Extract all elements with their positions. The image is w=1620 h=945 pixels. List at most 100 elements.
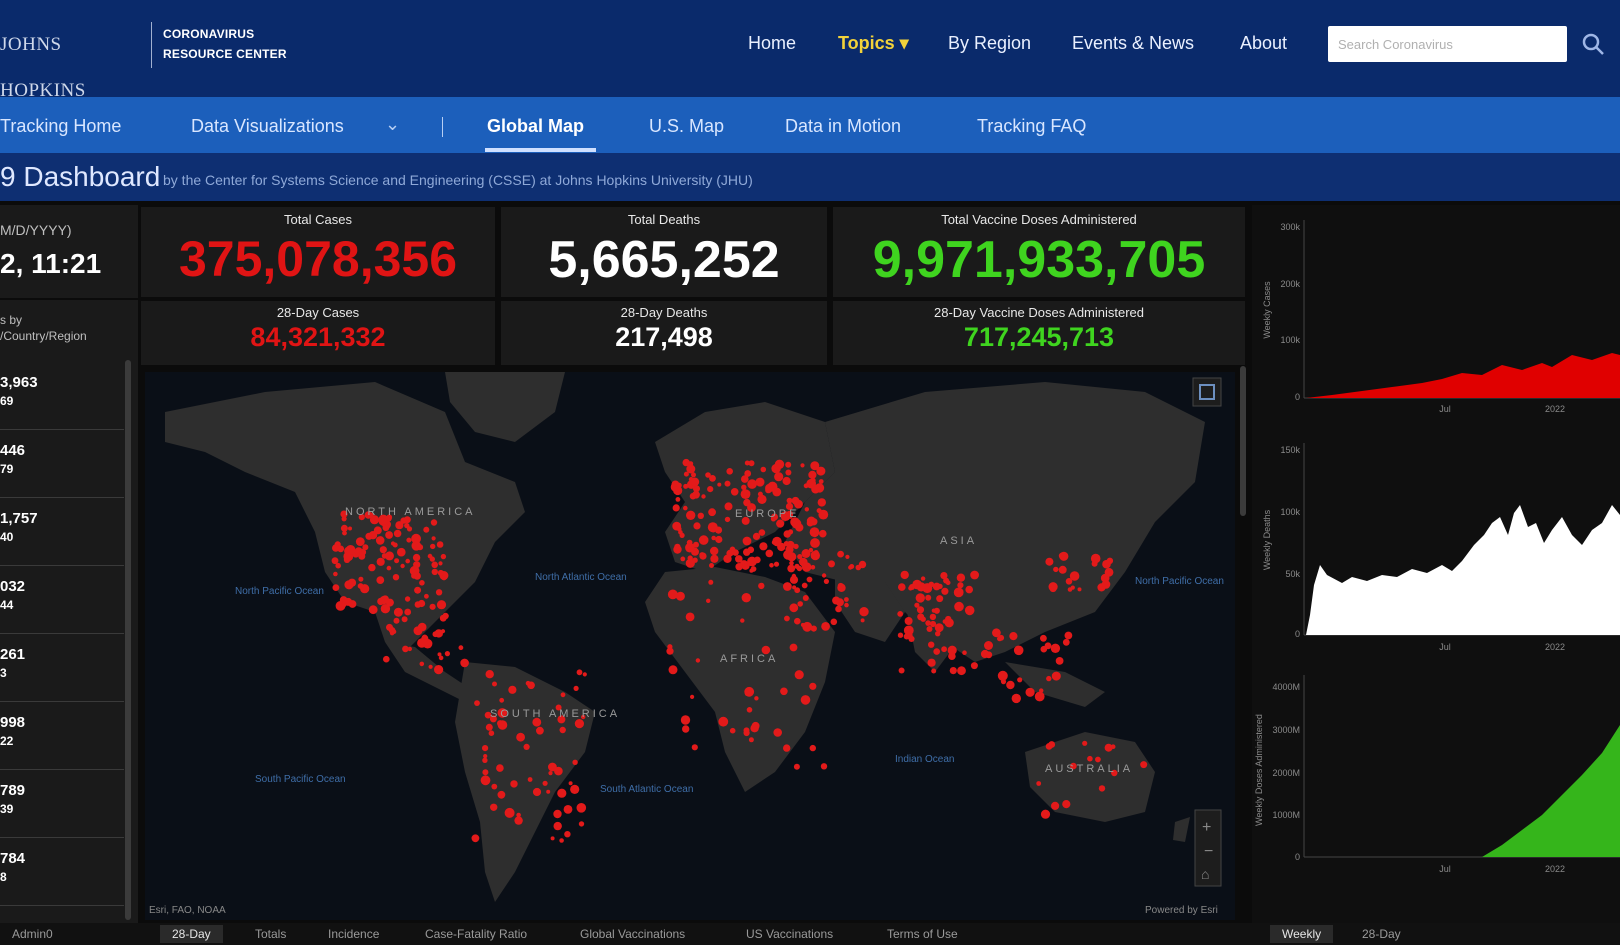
- case-marker[interactable]: [821, 573, 827, 578]
- case-marker[interactable]: [400, 563, 405, 569]
- case-marker[interactable]: [559, 838, 564, 843]
- case-marker[interactable]: [685, 612, 695, 622]
- case-marker[interactable]: [348, 600, 357, 608]
- case-marker[interactable]: [440, 553, 447, 560]
- case-marker[interactable]: [748, 737, 754, 743]
- case-marker[interactable]: [1095, 756, 1101, 763]
- case-marker[interactable]: [392, 574, 400, 581]
- case-marker[interactable]: [767, 481, 778, 492]
- case-marker[interactable]: [430, 519, 438, 526]
- case-marker[interactable]: [744, 460, 750, 466]
- case-marker[interactable]: [787, 552, 797, 562]
- case-marker[interactable]: [348, 526, 352, 531]
- case-marker[interactable]: [929, 613, 937, 621]
- case-marker[interactable]: [1011, 693, 1021, 704]
- case-marker[interactable]: [730, 488, 739, 496]
- case-marker[interactable]: [368, 605, 378, 615]
- case-marker[interactable]: [845, 554, 850, 559]
- case-marker[interactable]: [413, 561, 421, 569]
- case-marker[interactable]: [559, 726, 566, 734]
- case-marker[interactable]: [788, 545, 794, 550]
- case-marker[interactable]: [697, 512, 704, 519]
- case-marker[interactable]: [1102, 559, 1111, 569]
- case-marker[interactable]: [905, 631, 913, 639]
- case-marker[interactable]: [406, 526, 413, 532]
- case-marker[interactable]: [783, 744, 791, 752]
- case-marker[interactable]: [440, 629, 446, 634]
- case-marker[interactable]: [550, 836, 555, 841]
- tab-totals[interactable]: Totals: [255, 925, 286, 943]
- case-marker[interactable]: [337, 545, 345, 553]
- case-marker[interactable]: [1087, 755, 1093, 762]
- case-marker[interactable]: [933, 648, 940, 655]
- case-marker[interactable]: [690, 694, 695, 699]
- case-marker[interactable]: [931, 608, 936, 613]
- case-marker[interactable]: [673, 545, 682, 554]
- case-marker[interactable]: [718, 716, 729, 727]
- country-list-item[interactable]: 789 39: [0, 770, 124, 838]
- case-marker[interactable]: [405, 558, 411, 564]
- case-marker[interactable]: [683, 471, 689, 477]
- case-marker[interactable]: [496, 764, 504, 772]
- case-marker[interactable]: [1140, 761, 1148, 769]
- case-marker[interactable]: [769, 563, 774, 568]
- case-marker[interactable]: [404, 596, 411, 602]
- case-marker[interactable]: [698, 535, 709, 545]
- case-marker[interactable]: [754, 696, 759, 701]
- case-marker[interactable]: [800, 463, 805, 468]
- case-marker[interactable]: [576, 669, 583, 676]
- case-marker[interactable]: [1048, 741, 1056, 748]
- case-marker[interactable]: [789, 575, 799, 584]
- nav-by-region[interactable]: By Region: [948, 28, 1031, 58]
- map-zoom-control[interactable]: + − ⌂: [1194, 809, 1222, 887]
- case-marker[interactable]: [773, 728, 782, 737]
- case-marker[interactable]: [835, 598, 844, 607]
- case-marker[interactable]: [970, 570, 979, 580]
- case-marker[interactable]: [419, 580, 425, 586]
- case-marker[interactable]: [758, 582, 765, 590]
- case-marker[interactable]: [1013, 645, 1024, 656]
- case-marker[interactable]: [355, 537, 365, 546]
- case-marker[interactable]: [402, 645, 409, 653]
- case-marker[interactable]: [859, 607, 869, 617]
- case-marker[interactable]: [417, 622, 427, 632]
- case-marker[interactable]: [563, 805, 573, 814]
- case-marker[interactable]: [1065, 578, 1073, 585]
- case-marker[interactable]: [362, 544, 369, 551]
- case-marker[interactable]: [936, 627, 942, 633]
- case-marker[interactable]: [782, 476, 791, 486]
- case-marker[interactable]: [945, 580, 951, 586]
- country-list-scrollbar[interactable]: [125, 360, 131, 920]
- country-list-item[interactable]: 1,757 40: [0, 498, 124, 566]
- case-marker[interactable]: [542, 780, 548, 786]
- case-marker[interactable]: [1058, 552, 1066, 559]
- case-marker[interactable]: [821, 622, 830, 631]
- tab-tracking-home[interactable]: Tracking Home: [0, 112, 121, 140]
- tab-28-day-chart[interactable]: 28-Day: [1362, 925, 1401, 943]
- case-marker[interactable]: [435, 589, 443, 596]
- nav-about[interactable]: About: [1240, 28, 1287, 58]
- case-marker[interactable]: [724, 480, 731, 487]
- case-marker[interactable]: [809, 682, 817, 690]
- case-marker[interactable]: [750, 724, 759, 733]
- case-marker[interactable]: [705, 472, 711, 478]
- case-marker[interactable]: [784, 615, 790, 622]
- case-marker[interactable]: [794, 670, 804, 680]
- case-marker[interactable]: [546, 789, 551, 794]
- case-marker[interactable]: [941, 587, 949, 595]
- case-marker[interactable]: [483, 754, 488, 759]
- case-marker[interactable]: [394, 558, 400, 564]
- case-marker[interactable]: [735, 563, 743, 571]
- case-marker[interactable]: [358, 576, 364, 582]
- case-marker[interactable]: [399, 548, 405, 553]
- case-marker[interactable]: [342, 530, 347, 536]
- resource-center-name[interactable]: CORONAVIRUS RESOURCE CENTER: [163, 24, 353, 68]
- case-marker[interactable]: [962, 650, 967, 655]
- case-marker[interactable]: [904, 617, 913, 625]
- case-marker[interactable]: [438, 561, 443, 566]
- case-marker[interactable]: [992, 628, 1001, 638]
- case-marker[interactable]: [693, 522, 701, 530]
- case-marker[interactable]: [672, 504, 680, 512]
- case-marker[interactable]: [393, 617, 400, 624]
- case-marker[interactable]: [436, 541, 444, 548]
